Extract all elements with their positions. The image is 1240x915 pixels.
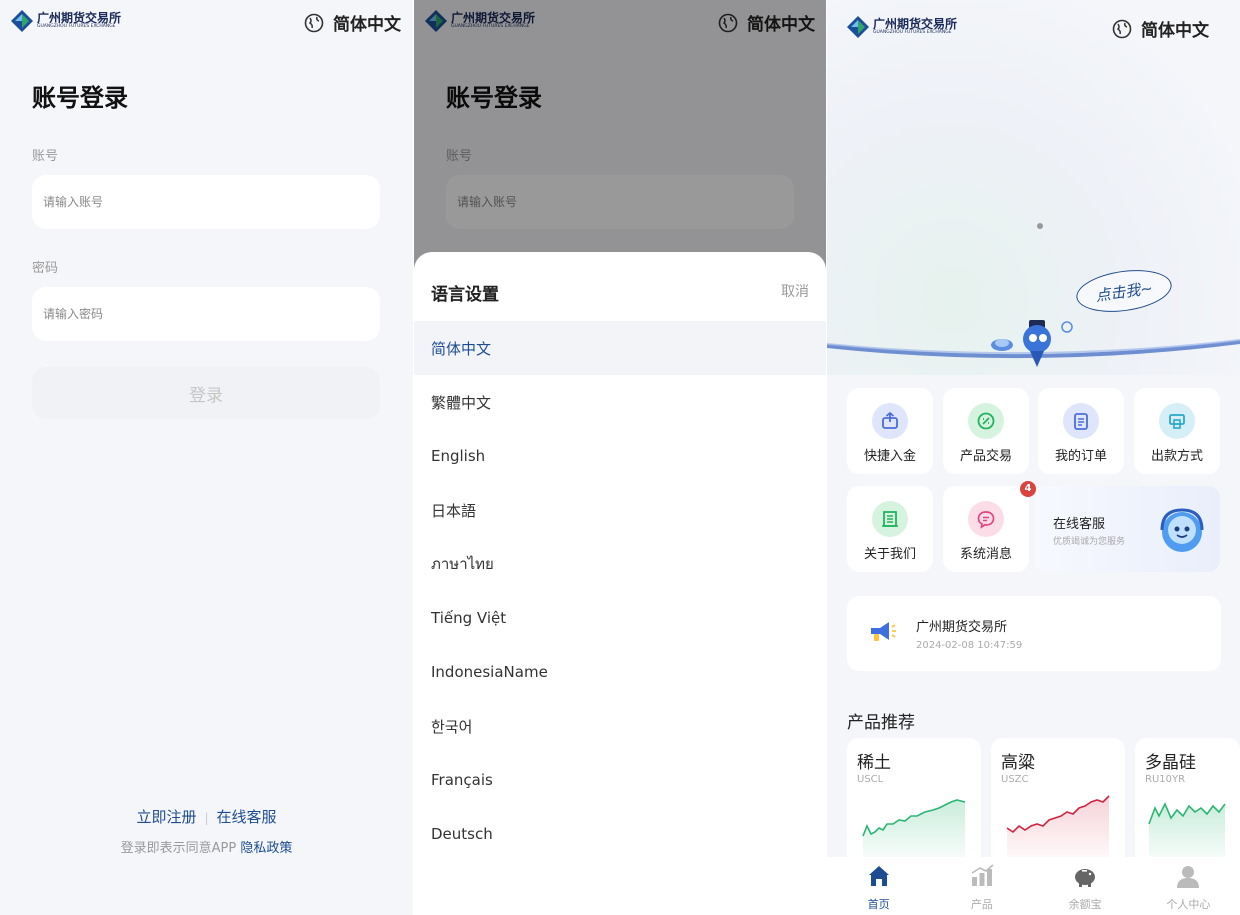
language-option[interactable]: English bbox=[414, 429, 826, 483]
trade-icon bbox=[968, 403, 1004, 439]
globe-icon bbox=[304, 13, 324, 32]
carousel-indicator bbox=[1037, 223, 1043, 229]
product-code: RU10YR bbox=[1145, 774, 1186, 785]
product-code: USZC bbox=[1001, 774, 1029, 785]
deposit-icon bbox=[872, 403, 908, 439]
login-button[interactable]: 登录 bbox=[32, 367, 380, 419]
product-name: 多晶硅 bbox=[1145, 753, 1196, 773]
withdraw-method-tile[interactable]: 出款方式 bbox=[1134, 388, 1220, 474]
cs-subtitle: 优质竭诚为您服务 bbox=[1053, 537, 1126, 547]
language-option[interactable]: Français bbox=[414, 753, 826, 807]
brand-name: 广州期货交易所 bbox=[873, 17, 958, 32]
tab-label: 产品 bbox=[970, 898, 993, 911]
product-card[interactable]: 高粱 USZC bbox=[991, 738, 1125, 868]
brand-name-en: GUANGZHOU FUTURES EXCHANGE bbox=[873, 30, 952, 36]
support-agent-icon bbox=[1160, 508, 1204, 552]
password-label: 密码 bbox=[32, 261, 59, 276]
tile-label: 我的订单 bbox=[1054, 449, 1107, 464]
login-screen: 广州期货交易所 GUANGZHOU FUTURES EXCHANGE 简体中文 … bbox=[0, 0, 413, 915]
product-card[interactable]: 稀土 USCL bbox=[847, 738, 981, 868]
news-timestamp: 2024-02-08 10:47:59 bbox=[916, 640, 1023, 651]
about-icon bbox=[872, 501, 908, 537]
cancel-button[interactable]: 取消 bbox=[781, 281, 809, 301]
mascot-robot-icon[interactable] bbox=[982, 315, 1082, 370]
tab-label: 首页 bbox=[867, 898, 890, 911]
sparkline-chart bbox=[862, 799, 966, 868]
footer-links: 立即注册 | 在线客服 bbox=[136, 808, 277, 826]
sparkline-chart bbox=[1006, 795, 1110, 868]
language-option[interactable]: 日本語 bbox=[414, 483, 826, 537]
language-switch[interactable]: 简体中文 bbox=[1112, 16, 1209, 41]
withdraw-icon bbox=[1159, 403, 1195, 439]
tile-label: 出款方式 bbox=[1150, 449, 1203, 464]
language-option[interactable]: 繁體中文 bbox=[414, 375, 826, 429]
account-label: 账号 bbox=[32, 149, 59, 164]
tab-home[interactable]: 首页 bbox=[827, 857, 930, 915]
tile-label: 快捷入金 bbox=[863, 449, 916, 464]
products-section-title: 产品推荐 bbox=[847, 713, 915, 733]
agreement-label: 登录即表示同意APP bbox=[120, 841, 237, 856]
language-switch[interactable]: 简体中文 bbox=[304, 10, 401, 35]
register-link[interactable]: 立即注册 bbox=[136, 808, 196, 826]
home-icon bbox=[868, 866, 889, 886]
customer-service-card[interactable]: 在线客服 优质竭诚为您服务 bbox=[1034, 486, 1220, 572]
user-icon bbox=[1177, 866, 1200, 888]
brand-name: 广州期货交易所 bbox=[37, 11, 122, 26]
privacy-policy-link[interactable]: 隐私政策 bbox=[240, 841, 292, 856]
language-sheet: 语言设置 取消 简体中文 繁體中文 English 日本語 ภาษาไทย Ti… bbox=[414, 252, 826, 915]
home-screen: 广州期货交易所 GUANGZHOU FUTURES EXCHANGE 简体中文 … bbox=[827, 0, 1240, 915]
support-link[interactable]: 在线客服 bbox=[217, 808, 277, 826]
sheet-title: 语言设置 bbox=[431, 285, 499, 305]
product-card[interactable]: 多晶硅 RU10YR bbox=[1135, 738, 1240, 868]
order-icon bbox=[1063, 403, 1099, 439]
globe-icon bbox=[1112, 19, 1132, 38]
tab-products[interactable]: 产品 bbox=[930, 857, 1033, 915]
sparkline-chart bbox=[1148, 802, 1226, 868]
tile-label: 产品交易 bbox=[959, 449, 1012, 464]
page-title: 账号登录 bbox=[32, 84, 128, 112]
about-us-tile[interactable]: 关于我们 bbox=[847, 486, 933, 572]
message-icon bbox=[968, 501, 1004, 537]
language-option[interactable]: Deutsch bbox=[414, 807, 826, 861]
tile-label: 关于我们 bbox=[863, 547, 916, 562]
product-code: USCL bbox=[857, 774, 884, 785]
tab-balance[interactable]: 余额宝 bbox=[1034, 857, 1137, 915]
product-trade-tile[interactable]: 产品交易 bbox=[943, 388, 1029, 474]
logo-icon bbox=[11, 10, 33, 32]
account-input[interactable] bbox=[32, 175, 380, 229]
tile-label: 系统消息 bbox=[959, 547, 1012, 562]
bottom-tab-bar: 首页 产品 余额宝 个人中心 bbox=[827, 857, 1240, 915]
megaphone-icon bbox=[871, 622, 896, 641]
quick-deposit-tile[interactable]: 快捷入金 bbox=[847, 388, 933, 474]
language-option[interactable]: ภาษาไทย bbox=[414, 537, 826, 591]
language-option[interactable]: 한국어 bbox=[414, 699, 826, 753]
news-card[interactable]: 广州期货交易所 2024-02-08 10:47:59 bbox=[847, 596, 1221, 671]
product-name: 稀土 bbox=[857, 753, 891, 773]
tab-label: 余额宝 bbox=[1068, 898, 1102, 911]
chart-icon bbox=[971, 864, 994, 886]
piggy-bank-icon bbox=[1075, 869, 1096, 887]
agreement-text: 登录即表示同意APP 隐私政策 bbox=[0, 837, 413, 856]
logo-icon bbox=[847, 16, 869, 38]
tab-label: 个人中心 bbox=[1166, 898, 1211, 911]
password-input[interactable] bbox=[32, 287, 380, 341]
current-language-label[interactable]: 简体中文 bbox=[333, 10, 401, 35]
language-option[interactable]: 简体中文 bbox=[414, 321, 826, 375]
cs-title: 在线客服 bbox=[1053, 517, 1106, 532]
account-field[interactable] bbox=[32, 175, 380, 229]
password-field[interactable] bbox=[32, 287, 380, 341]
brand-logo: 广州期货交易所 GUANGZHOU FUTURES EXCHANGE bbox=[10, 9, 121, 33]
news-title: 广州期货交易所 bbox=[916, 620, 1008, 635]
my-orders-tile[interactable]: 我的订单 bbox=[1038, 388, 1124, 474]
product-name: 高粱 bbox=[1001, 753, 1035, 773]
system-messages-tile[interactable]: 系统消息 4 bbox=[943, 481, 1036, 572]
current-language-label[interactable]: 简体中文 bbox=[1141, 16, 1209, 41]
language-screen: 广州期货交易所 GUANGZHOU FUTURES EXCHANGE 简体中文 … bbox=[414, 0, 826, 915]
brand-name-en: GUANGZHOU FUTURES EXCHANGE bbox=[37, 24, 116, 30]
language-option[interactable]: IndonesiaName bbox=[414, 645, 826, 699]
brand-logo: 广州期货交易所 GUANGZHOU FUTURES EXCHANGE bbox=[846, 15, 957, 39]
language-option[interactable]: Tiếng Việt bbox=[414, 591, 826, 645]
tab-profile[interactable]: 个人中心 bbox=[1137, 857, 1240, 915]
